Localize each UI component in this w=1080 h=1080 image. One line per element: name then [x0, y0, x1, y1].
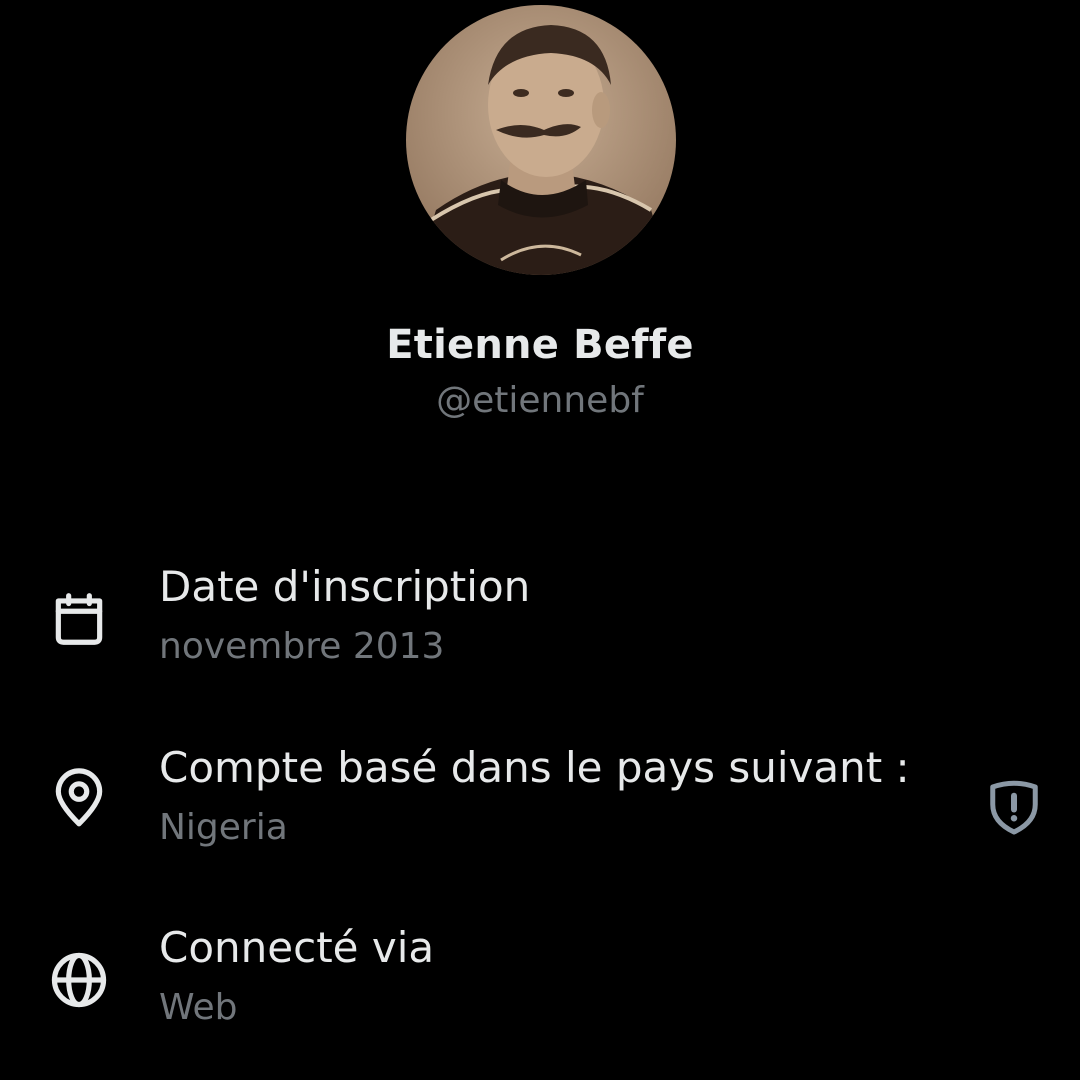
country-value: Nigeria — [159, 807, 288, 848]
shield-alert-icon[interactable] — [984, 777, 1044, 837]
connected-value: Web — [159, 987, 238, 1028]
display-name: Etienne Beffe — [386, 322, 694, 368]
connected-label: Connecté via — [159, 923, 435, 972]
location-pin-icon — [48, 767, 110, 829]
joined-value: novembre 2013 — [159, 626, 445, 667]
info-row-connected: Connecté via Web — [0, 923, 1080, 1043]
avatar[interactable] — [406, 5, 676, 275]
avatar-image — [406, 5, 676, 275]
user-handle: @etiennebf — [436, 380, 644, 421]
calendar-icon — [48, 588, 110, 650]
country-label: Compte basé dans le pays suivant : — [159, 743, 910, 792]
globe-icon — [48, 949, 110, 1011]
info-row-joined: Date d'inscription novembre 2013 — [0, 562, 1080, 682]
info-row-country: Compte basé dans le pays suivant : Niger… — [0, 743, 1080, 863]
joined-label: Date d'inscription — [159, 562, 531, 611]
